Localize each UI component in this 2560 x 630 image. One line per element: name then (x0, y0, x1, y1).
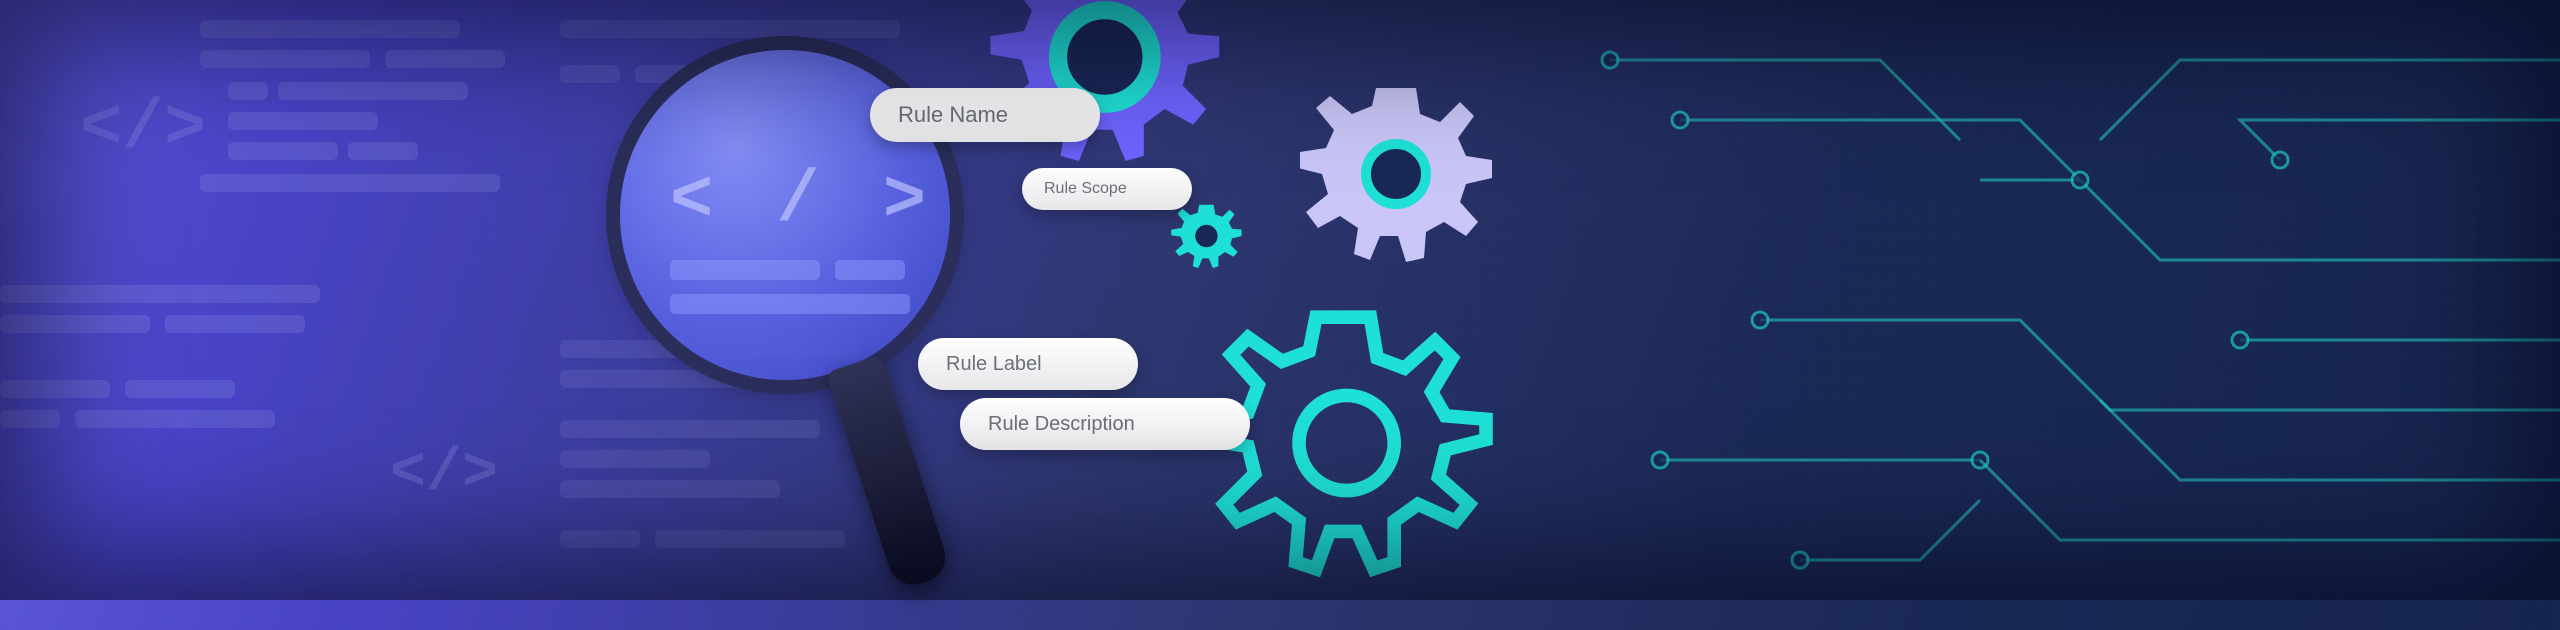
pill-rule-description: Rule Description (960, 398, 1250, 450)
code-bars-group (200, 20, 620, 220)
pill-rule-label: Rule Label (918, 338, 1138, 390)
pill-rule-name-label: Rule Name (898, 102, 1008, 128)
pill-rule-scope-label: Rule Scope (1044, 180, 1127, 198)
gear-large-outline-icon (1180, 290, 1520, 630)
code-tag-icon: </> (80, 90, 206, 169)
pill-rule-description-label: Rule Description (988, 413, 1135, 436)
gear-small-teal-icon (1168, 200, 1248, 280)
code-tag-icon: </> (390, 440, 498, 508)
pill-rule-scope: Rule Scope (1022, 168, 1192, 210)
circuit-traces-icon (1460, 0, 2560, 600)
pill-rule-label-label: Rule Label (946, 353, 1042, 376)
gear-lavender-icon (1300, 80, 1500, 280)
code-bars-group (0, 285, 360, 435)
lens-code-glyph: < / > (670, 160, 936, 242)
pill-rule-name: Rule Name (870, 88, 1100, 142)
